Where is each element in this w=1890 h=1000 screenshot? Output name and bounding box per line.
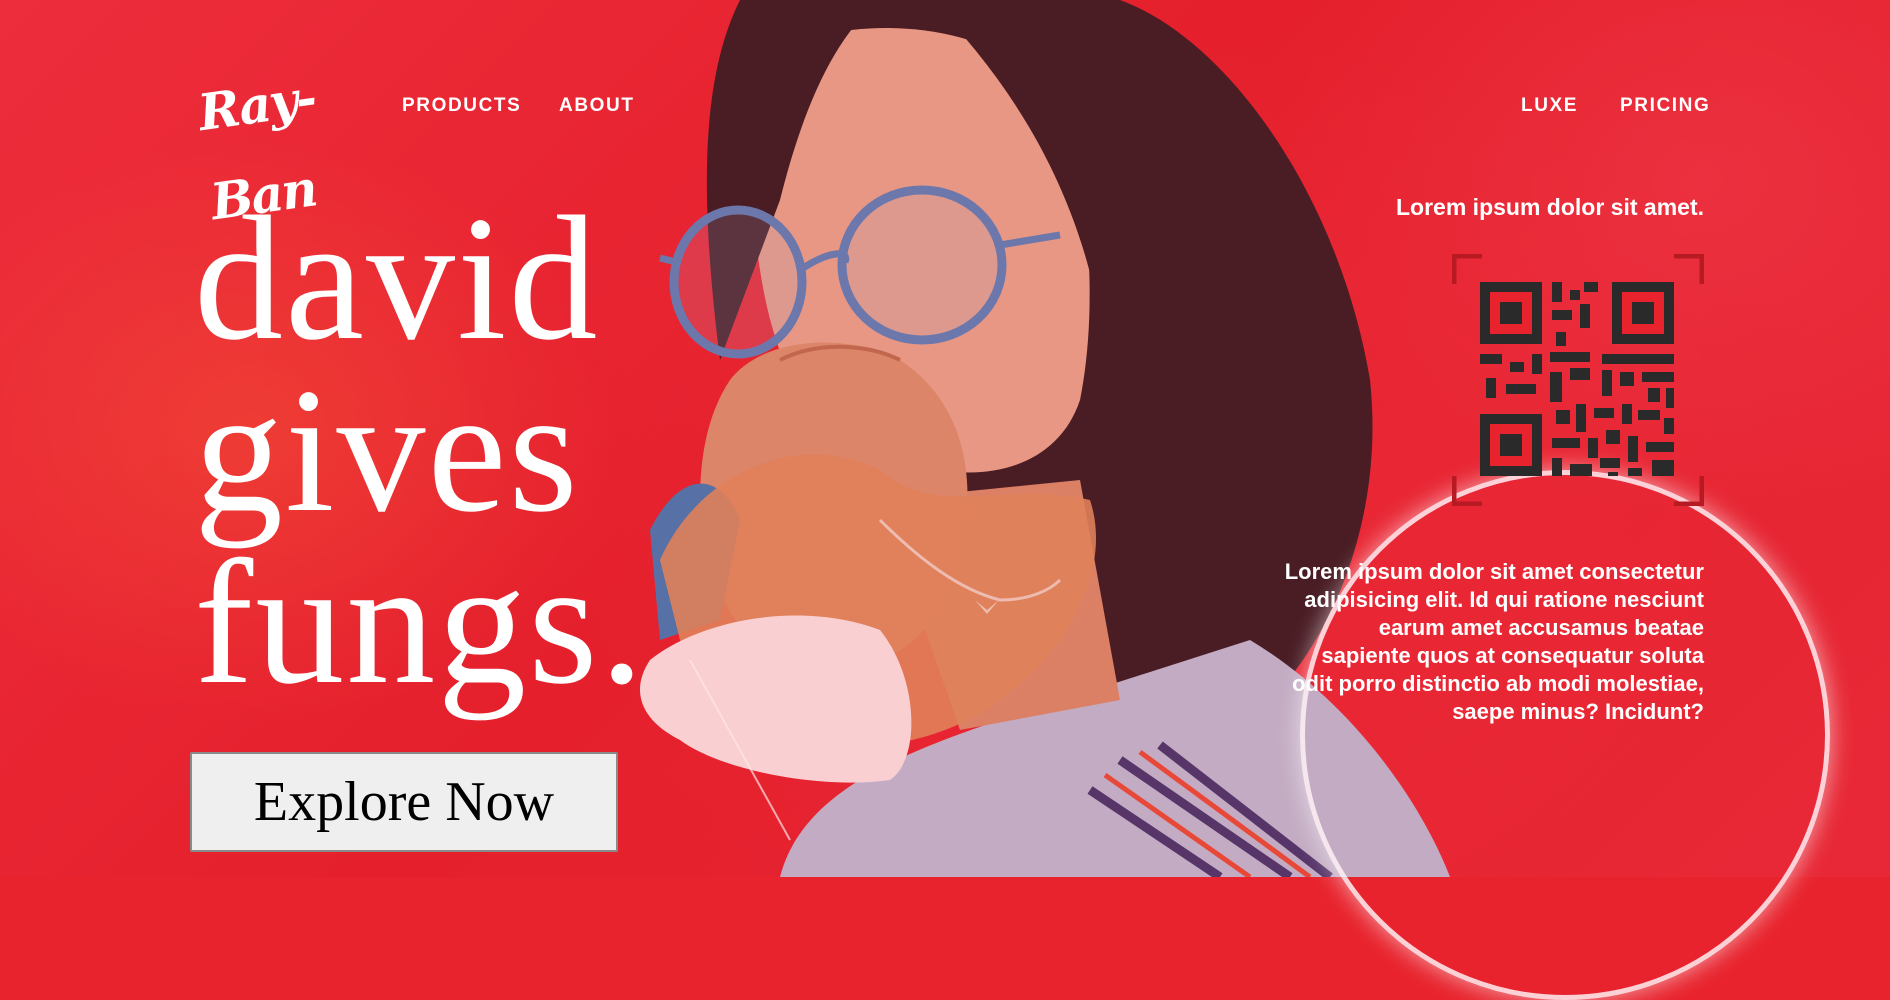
nav-link-pricing[interactable]: PRICING bbox=[1620, 95, 1710, 117]
headline-line-3: fungs. bbox=[194, 523, 647, 721]
explore-now-button[interactable]: Explore Now bbox=[190, 752, 618, 852]
qr-code-icon[interactable] bbox=[1452, 254, 1704, 506]
decorative-ring bbox=[1300, 470, 1830, 1000]
nav-link-about[interactable]: ABOUT bbox=[559, 95, 635, 117]
headline-line-2: gives bbox=[194, 351, 580, 549]
hero-headline: david gives fungs. bbox=[194, 179, 754, 721]
nav-link-products[interactable]: PRODUCTS bbox=[402, 95, 521, 117]
hero-description: Lorem ipsum dolor sit amet consectetur a… bbox=[1284, 559, 1704, 724]
headline-line-1: david bbox=[194, 179, 600, 377]
hero-tagline: Lorem ipsum dolor sit amet. bbox=[1396, 194, 1704, 220]
nav-link-luxe[interactable]: LUXE bbox=[1521, 95, 1578, 117]
